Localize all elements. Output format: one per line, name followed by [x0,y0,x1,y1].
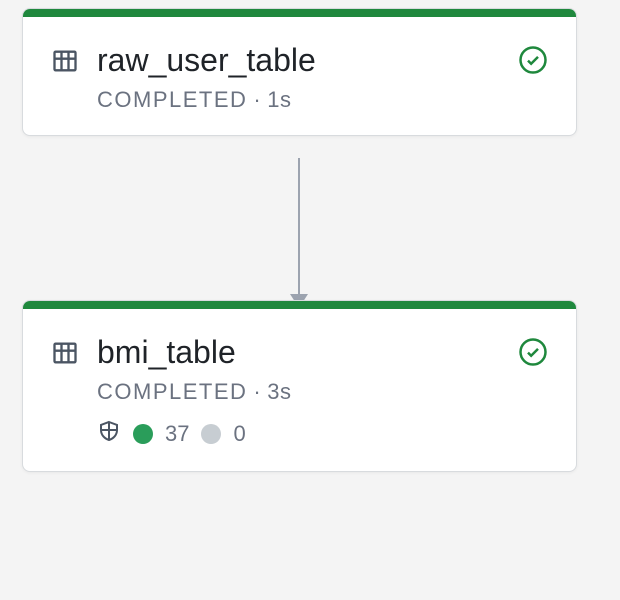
table-icon [51,339,79,372]
node-status-bar [23,9,576,17]
node-title: raw_user_table [97,41,500,79]
node-metrics-row: 37 0 [97,419,500,449]
table-icon [51,47,79,80]
shield-icon [97,419,121,449]
metric-neutral-count: 0 [233,421,245,447]
node-duration: 3s [267,379,291,405]
pipeline-canvas: raw_user_table COMPLETED · 1s [0,0,620,600]
node-title: bmi_table [97,333,500,371]
check-circle-icon [518,45,548,80]
metric-neutral-dot-icon [201,424,221,444]
metric-pass-dot-icon [133,424,153,444]
node-status-line: COMPLETED · 1s [97,87,500,113]
node-status-text: COMPLETED [97,87,247,113]
node-status-text: COMPLETED [97,379,247,405]
node-duration: 1s [267,87,291,113]
edge-line [298,158,300,302]
pipeline-node-raw-user-table[interactable]: raw_user_table COMPLETED · 1s [22,8,577,136]
node-status-bar [23,301,576,309]
node-status-line: COMPLETED · 3s [97,379,500,405]
pipeline-node-bmi-table[interactable]: bmi_table COMPLETED · 3s 37 [22,300,577,472]
metric-pass-count: 37 [165,421,189,447]
check-circle-icon [518,337,548,372]
